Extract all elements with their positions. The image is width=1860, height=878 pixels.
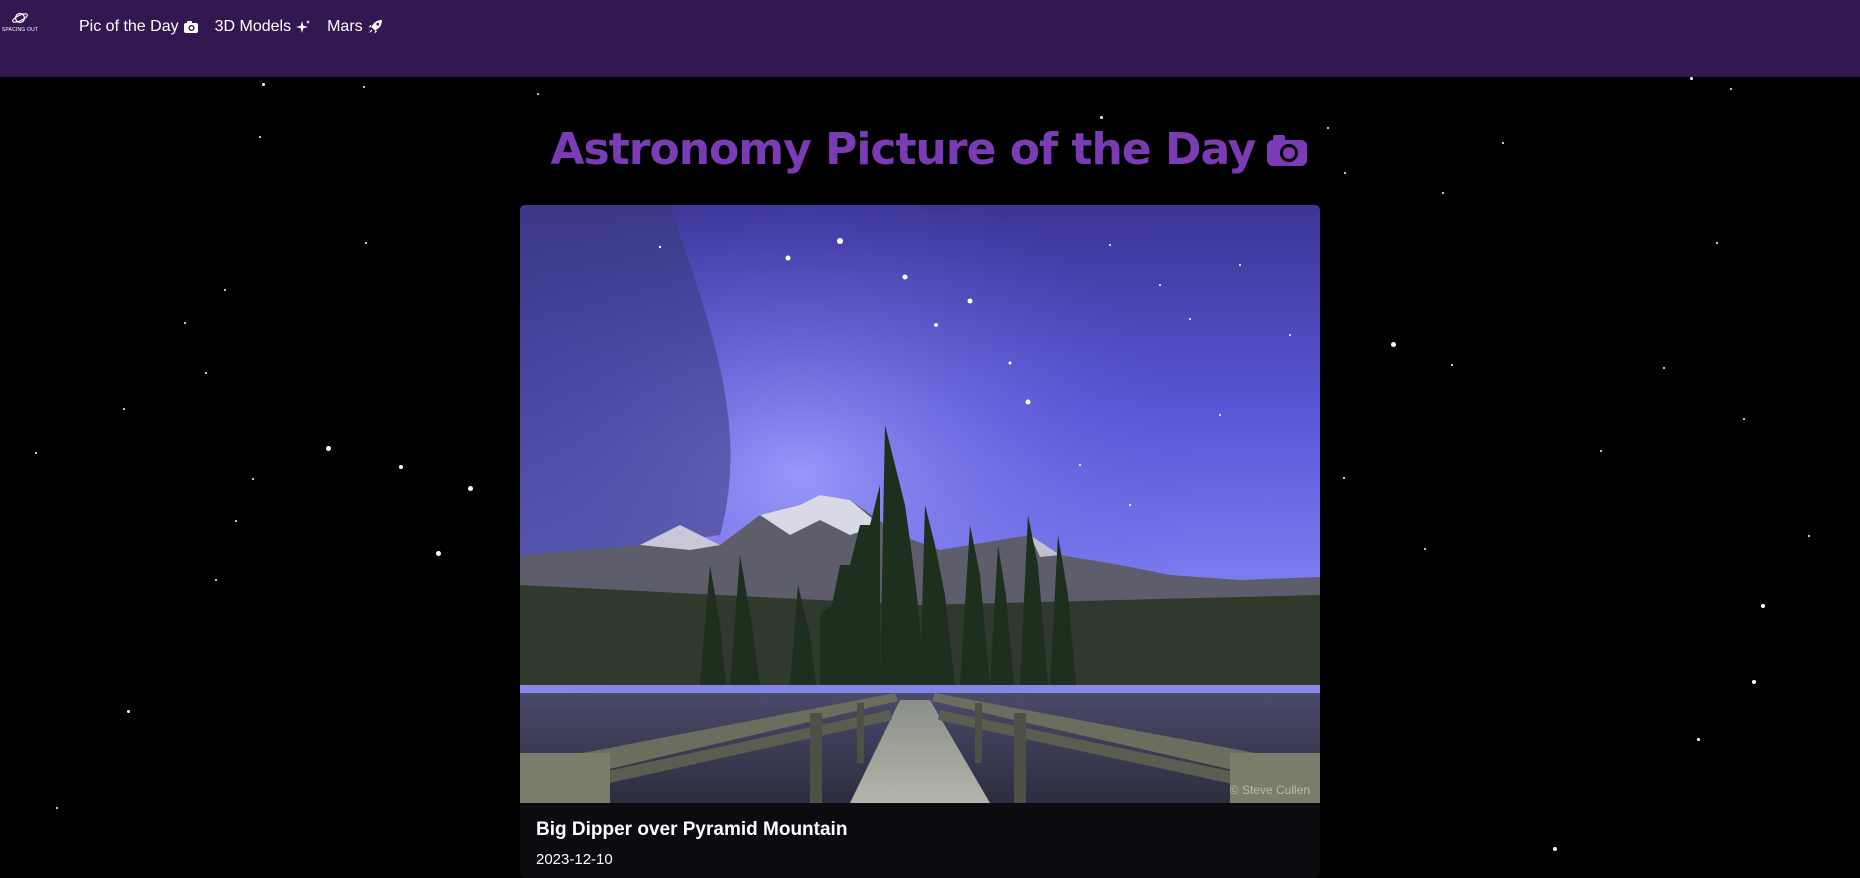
nav-pic-of-the-day-label: Pic of the Day bbox=[79, 18, 179, 35]
star bbox=[215, 579, 217, 581]
star bbox=[1690, 77, 1693, 80]
star bbox=[1343, 477, 1345, 479]
star bbox=[123, 408, 125, 410]
brand-text: SPACING OUT bbox=[1, 27, 39, 33]
page-title: Astronomy Picture of the Day bbox=[0, 124, 1860, 175]
star bbox=[1663, 367, 1665, 369]
star bbox=[1442, 192, 1444, 194]
star bbox=[235, 520, 237, 522]
star bbox=[1451, 364, 1453, 366]
rocket-icon bbox=[368, 20, 382, 34]
camera-icon bbox=[1267, 134, 1308, 166]
star bbox=[1100, 116, 1103, 119]
nav-pic-of-the-day[interactable]: Pic of the Day bbox=[79, 16, 199, 38]
star bbox=[1752, 680, 1756, 684]
star bbox=[468, 486, 473, 491]
apod-card: © Steve Cullen Big Dipper over Pyramid M… bbox=[520, 205, 1320, 878]
navbar: SPACING OUT Pic of the Day 3D Models Mar… bbox=[0, 0, 1860, 77]
apod-date: 2023-12-10 bbox=[536, 851, 613, 868]
star bbox=[399, 465, 403, 469]
apod-title: Big Dipper over Pyramid Mountain bbox=[536, 819, 848, 840]
star bbox=[365, 242, 367, 244]
apod-image[interactable]: © Steve Cullen bbox=[520, 205, 1320, 803]
star bbox=[262, 83, 265, 86]
star bbox=[1716, 242, 1718, 244]
star bbox=[184, 322, 186, 324]
nav-links: Pic of the Day 3D Models Mars bbox=[79, 16, 383, 38]
star bbox=[1391, 342, 1396, 347]
sparkles-icon bbox=[296, 20, 311, 33]
nav-mars-label: Mars bbox=[327, 18, 363, 35]
star bbox=[537, 93, 539, 95]
star bbox=[35, 452, 37, 454]
star bbox=[252, 478, 254, 480]
star bbox=[56, 807, 58, 809]
apod-photo bbox=[520, 205, 1320, 803]
nav-3d-models-label: 3D Models bbox=[214, 18, 292, 35]
camera-icon bbox=[183, 21, 198, 33]
star bbox=[1743, 418, 1745, 420]
photo-credit: © Steve Cullen bbox=[1229, 783, 1310, 797]
star bbox=[1761, 604, 1765, 608]
star bbox=[1553, 847, 1557, 851]
star bbox=[1424, 548, 1426, 550]
nav-mars[interactable]: Mars bbox=[327, 16, 383, 38]
star bbox=[326, 446, 331, 451]
star bbox=[1600, 450, 1602, 452]
star bbox=[205, 372, 207, 374]
page-title-text: Astronomy Picture of the Day bbox=[550, 124, 1257, 175]
star bbox=[1730, 88, 1732, 90]
star bbox=[1808, 535, 1810, 537]
star bbox=[363, 86, 365, 88]
planet-icon bbox=[12, 12, 28, 24]
star bbox=[436, 551, 441, 556]
star bbox=[224, 289, 226, 291]
star bbox=[1697, 738, 1700, 741]
star bbox=[127, 710, 130, 713]
nav-3d-models[interactable]: 3D Models bbox=[215, 16, 311, 38]
brand-logo[interactable]: SPACING OUT bbox=[0, 10, 40, 38]
card-body: Big Dipper over Pyramid Mountain 2023-12… bbox=[520, 803, 1320, 868]
